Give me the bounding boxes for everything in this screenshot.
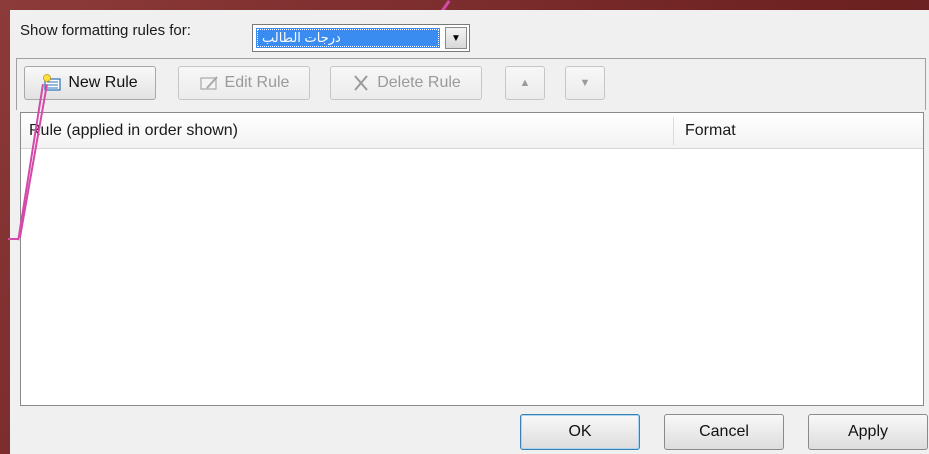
delete-icon [351,74,371,92]
new-rule-label: New Rule [68,74,138,91]
cancel-label: Cancel [699,423,749,440]
column-divider[interactable] [673,117,674,145]
show-rules-row: Show formatting rules for: [20,18,191,42]
rules-list[interactable]: Rule (applied in order shown) Format [20,112,924,406]
edit-rule-icon [199,74,219,92]
delete-rule-button[interactable]: Delete Rule [330,66,482,100]
cancel-button[interactable]: Cancel [664,414,784,450]
show-rules-label: Show formatting rules for: [20,21,191,39]
triangle-up-icon: ▲ [519,77,531,89]
show-rules-dropdown[interactable]: درجات الطالب ▼ [252,24,470,52]
rules-list-header: Rule (applied in order shown) Format [21,113,923,149]
apply-button[interactable]: Apply [808,414,928,450]
apply-label: Apply [847,423,889,440]
move-down-button[interactable]: ▼ [565,66,605,100]
annotation-line-horizontal [8,238,18,240]
column-header-rule[interactable]: Rule (applied in order shown) [29,113,238,149]
ok-label: OK [568,423,592,440]
edit-rule-label: Edit Rule [224,74,290,91]
ok-button[interactable]: OK [520,414,640,450]
show-rules-value: درجات الطالب [256,28,440,48]
chevron-down-icon[interactable]: ▼ [445,27,467,49]
edit-rule-button[interactable]: Edit Rule [178,66,310,100]
column-header-format[interactable]: Format [685,113,736,149]
delete-rule-label: Delete Rule [377,74,461,91]
move-up-button[interactable]: ▲ [505,66,545,100]
triangle-down-icon: ▼ [579,77,591,89]
